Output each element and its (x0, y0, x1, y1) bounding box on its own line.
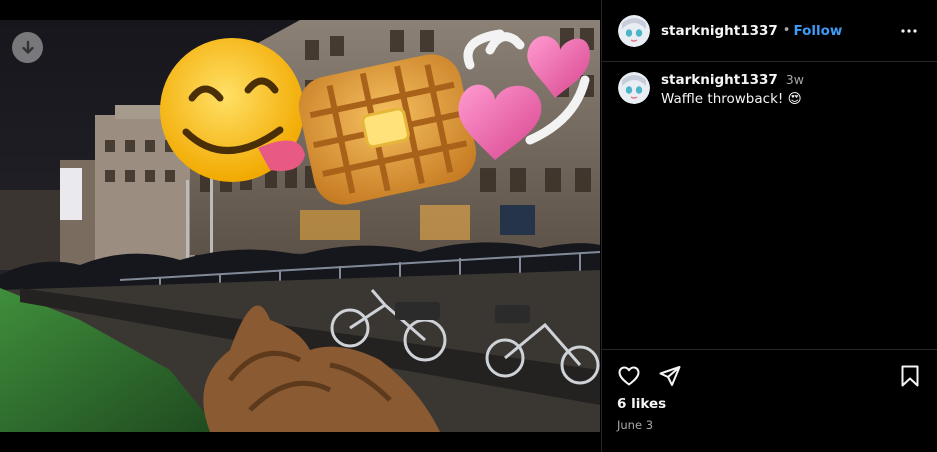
bookmark-icon[interactable] (899, 364, 921, 392)
more-options-button[interactable] (900, 22, 918, 40)
post-side-panel: starknight1337 • Follow starknight1337 3… (601, 0, 937, 452)
post-date[interactable]: June 3 (617, 418, 653, 432)
header-username[interactable]: starknight1337 (661, 23, 778, 39)
caption-content: starknight1337 3w Waffle throwback! 😍 (661, 72, 804, 107)
avatar[interactable] (618, 14, 650, 47)
photo-scene (0, 20, 600, 432)
post-actions: 6 likes June 3 (602, 349, 937, 452)
send-icon[interactable] (658, 364, 682, 392)
post-header: starknight1337 • Follow (602, 0, 937, 62)
more-options-icon (900, 25, 918, 44)
caption-meta: starknight1337 3w (661, 72, 804, 88)
caption-timestamp[interactable]: 3w (786, 72, 804, 87)
yum-emoji-sticker (160, 38, 305, 182)
caption-username[interactable]: starknight1337 (661, 72, 778, 88)
download-icon (20, 40, 36, 56)
download-button[interactable] (12, 32, 43, 63)
post-image[interactable] (0, 20, 600, 432)
post-modal: starknight1337 • Follow starknight1337 3… (0, 0, 937, 452)
caption: starknight1337 3w Waffle throwback! 😍 (618, 72, 928, 107)
caption-avatar[interactable] (618, 72, 650, 104)
follow-button[interactable]: Follow (793, 23, 842, 39)
separator-dot: • (782, 23, 791, 38)
caption-text: Waffle throwback! 😍 (661, 91, 802, 107)
heart-icon[interactable] (617, 364, 641, 392)
likes-count[interactable]: 6 likes (617, 396, 666, 412)
